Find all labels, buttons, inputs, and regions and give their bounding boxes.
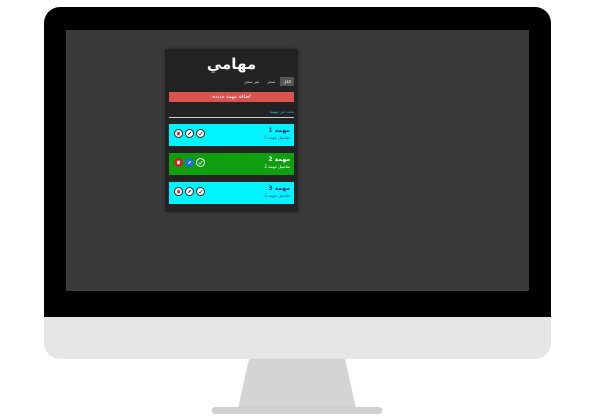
trash-icon — [176, 131, 181, 136]
check-icon — [198, 131, 203, 136]
trash-icon — [176, 160, 181, 165]
task-actions — [174, 129, 205, 138]
pencil-icon — [188, 189, 192, 193]
check-icon — [198, 160, 203, 165]
edit-task-button[interactable] — [185, 158, 194, 167]
pencil-icon — [188, 160, 192, 164]
monitor-chin — [44, 317, 551, 359]
filter-tabs: الكل منجز غير منجز — [241, 77, 294, 86]
delete-task-button[interactable] — [174, 129, 183, 138]
filter-all-tab[interactable]: الكل — [280, 77, 294, 86]
pencil-icon — [188, 131, 192, 135]
complete-task-button[interactable] — [196, 187, 205, 196]
task-text: مهمة 2 تفاصيل مهمة 2 — [264, 156, 290, 170]
delete-task-button[interactable] — [174, 187, 183, 196]
complete-task-button[interactable] — [196, 158, 205, 167]
search-task-link[interactable]: بحث عن مهمة — [270, 109, 294, 114]
task-description: تفاصيل مهمة 3 — [264, 193, 290, 198]
task-title: مهمة 3 — [268, 185, 290, 192]
complete-task-button[interactable] — [196, 129, 205, 138]
tasks-app: مهامي الكل منجز غير منجز اضافة مهمة جديد… — [165, 49, 298, 212]
app-title: مهامي — [206, 55, 257, 73]
delete-task-button[interactable] — [174, 158, 183, 167]
task-title: مهمة 1 — [268, 127, 290, 134]
task-item[interactable]: مهمة 1 تفاصيل مهمة 1 — [169, 124, 294, 146]
trash-icon — [176, 189, 181, 194]
edit-task-button[interactable] — [185, 187, 194, 196]
monitor-stand — [237, 359, 357, 413]
divider — [169, 117, 294, 118]
task-description: تفاصيل مهمة 2 — [264, 164, 290, 169]
edit-task-button[interactable] — [185, 129, 194, 138]
monitor-base — [212, 407, 382, 414]
task-item[interactable]: مهمة 2 تفاصيل مهمة 2 — [169, 153, 294, 175]
filter-pending-tab[interactable]: غير منجز — [241, 77, 262, 86]
task-actions — [174, 158, 205, 167]
task-item[interactable]: مهمة 3 تفاصيل مهمة 3 — [169, 182, 294, 204]
filter-done-tab[interactable]: منجز — [264, 77, 278, 86]
task-title: مهمة 2 — [268, 156, 290, 163]
task-text: مهمة 1 تفاصيل مهمة 1 — [264, 127, 290, 141]
task-description: تفاصيل مهمة 1 — [264, 135, 290, 140]
add-task-button[interactable]: اضافة مهمة جديدة — [169, 92, 294, 102]
task-actions — [174, 187, 205, 196]
check-icon — [198, 189, 203, 194]
task-text: مهمة 3 تفاصيل مهمة 3 — [264, 185, 290, 199]
